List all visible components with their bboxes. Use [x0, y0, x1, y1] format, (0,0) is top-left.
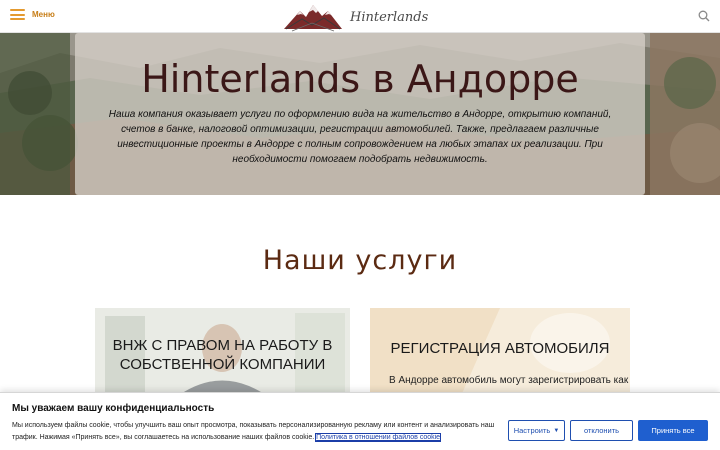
cookie-settings-button[interactable]: Настроить ▼: [508, 420, 565, 441]
search-icon[interactable]: [698, 10, 710, 22]
mountain-logo-icon: [284, 5, 342, 32]
caret-down-icon: ▼: [553, 427, 560, 434]
menu-label: Меню: [32, 10, 55, 19]
cookie-settings-label: Настроить: [513, 426, 551, 435]
logo-text: Hinterlands: [350, 9, 429, 25]
services-heading: Наши услуги: [262, 245, 458, 276]
service-card-text: В Андорре автомобиль могут зарегистриров…: [389, 375, 629, 386]
cookie-reject-button[interactable]: отклонить: [570, 420, 633, 441]
cookie-policy-link[interactable]: Политика в отношении файлов cookie: [315, 433, 442, 442]
hero-title: Hinterlands в Андорре: [141, 57, 579, 101]
cookie-accept-button[interactable]: Принять все: [638, 420, 708, 441]
hamburger-icon: [10, 9, 25, 20]
hero-text-panel: Hinterlands в Андорре Наша компания оказ…: [75, 33, 645, 195]
cookie-text: Мы используем файлы cookie, чтобы улучши…: [12, 420, 502, 444]
hero-section: Hinterlands в Андорре Наша компания оказ…: [0, 33, 720, 195]
service-card-title-line: СОБСТВЕННОЙ КОМПАНИИ: [119, 356, 326, 373]
page: Меню Hinterlands Hinterlands в Андорре Н…: [0, 0, 720, 450]
service-card-residence[interactable]: ВНЖ С ПРАВОМ НА РАБОТУ В СОБСТВЕННОЙ КОМ…: [95, 308, 350, 398]
site-logo[interactable]: Hinterlands: [282, 1, 428, 33]
service-card-title: ВНЖ С ПРАВОМ НА РАБОТУ В СОБСТВЕННОЙ КОМ…: [95, 336, 350, 374]
service-card-title-line: ВНЖ С ПРАВОМ НА РАБОТУ В: [112, 337, 333, 354]
cookie-consent-banner: Мы уважаем вашу конфиденциальность Мы ис…: [0, 392, 720, 450]
service-card-car-registration[interactable]: РЕГИСТРАЦИЯ АВТОМОБИЛЯ В Андорре автомоб…: [370, 308, 630, 398]
service-card-title: РЕГИСТРАЦИЯ АВТОМОБИЛЯ: [390, 340, 610, 357]
menu-button[interactable]: Меню: [10, 9, 55, 20]
site-header: Меню Hinterlands: [0, 0, 720, 33]
cookie-title: Мы уважаем вашу конфиденциальность: [12, 403, 215, 414]
hero-description: Наша компания оказывает услуги по оформл…: [108, 109, 612, 165]
